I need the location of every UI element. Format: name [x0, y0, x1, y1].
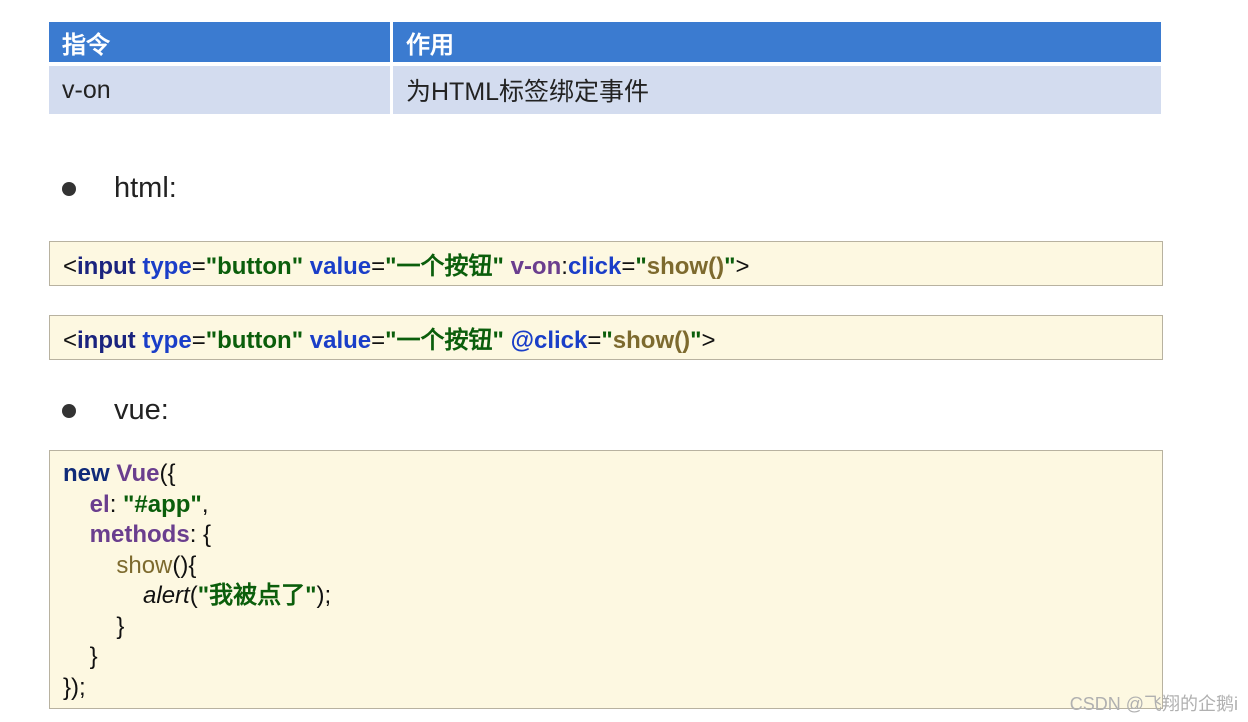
table-cell: 为HTML标签绑定事件: [390, 66, 1161, 114]
code-token: Vue: [116, 460, 160, 487]
code-token: click: [567, 253, 622, 280]
code-token: "#app": [123, 490, 202, 518]
section-label-html: html:: [114, 172, 177, 204]
table-header-row: 指令 作用: [49, 22, 1161, 62]
code-token: type: [142, 327, 192, 354]
code-token: <: [63, 327, 78, 354]
code-token: "button": [205, 327, 304, 354]
code-token: new: [63, 460, 110, 487]
table-cell: v-on: [62, 75, 111, 104]
code-token: value: [309, 253, 372, 280]
code-token: value: [309, 327, 372, 354]
section-label-vue: vue:: [114, 394, 169, 426]
code-token: );: [316, 582, 332, 609]
code-token: =: [621, 253, 636, 280]
code-block-v-on: <input type="button" value="一个按钮" v-on:c…: [49, 241, 1163, 286]
table-row: v-on 为HTML标签绑定事件: [49, 66, 1161, 114]
code-token: show(): [612, 327, 691, 354]
code-token: }: [116, 612, 125, 640]
code-token: =: [371, 253, 386, 280]
code-token: =: [191, 327, 206, 354]
code-token: "一个按钮": [385, 327, 504, 354]
code-token: ,: [201, 490, 209, 518]
bullet-html: html:: [62, 172, 177, 205]
code-token: : {: [189, 521, 212, 548]
code-token: @click: [510, 327, 588, 354]
code-token: "一个按钮": [385, 253, 504, 280]
code-token: input: [77, 253, 136, 280]
code-token: (: [189, 582, 198, 609]
code-token: ": [601, 327, 613, 354]
code-block-at-click: <input type="button" value="一个按钮" @click…: [49, 315, 1163, 360]
code-token: :: [109, 490, 124, 518]
code-token: type: [142, 253, 192, 280]
code-text: <input type="button" value="一个按钮" @click…: [63, 320, 716, 355]
code-token: <: [63, 253, 78, 280]
code-token: v-on: [510, 253, 562, 280]
code-token: el: [89, 490, 110, 518]
code-token: =: [587, 327, 602, 354]
code-token: =: [371, 327, 386, 354]
code-line: alert("我被点了");: [63, 581, 1162, 612]
code-token: }: [89, 643, 98, 670]
bullet-dot-icon: [62, 181, 76, 196]
bullet-vue: vue:: [62, 394, 169, 427]
code-token: ": [724, 253, 736, 280]
code-line: new Vue({: [63, 459, 1162, 490]
code-line: });: [63, 673, 1162, 704]
code-token: :: [561, 253, 568, 280]
code-token: ": [690, 327, 702, 354]
watermark: CSDN @飞翔的企鹅i: [1069, 694, 1238, 714]
code-line: }: [63, 612, 1162, 643]
code-token: =: [191, 253, 206, 280]
code-token: methods: [89, 521, 190, 548]
code-block-vue: new Vue({ el: "#app", methods: { show(){…: [49, 450, 1163, 709]
code-line: show(){: [63, 551, 1162, 582]
code-line: }: [63, 642, 1162, 673]
code-token: ({: [159, 460, 176, 487]
code-line: methods: {: [63, 520, 1162, 551]
directive-table: 指令 作用 v-on 为HTML标签绑定事件: [49, 22, 1161, 114]
code-token: "button": [205, 253, 304, 280]
code-token: "我被点了": [197, 582, 317, 609]
bullet-dot-icon: [62, 403, 76, 418]
code-token: });: [63, 673, 86, 701]
code-token: ": [635, 253, 647, 280]
code-token: >: [701, 327, 716, 354]
code-text: <input type="button" value="一个按钮" v-on:c…: [63, 246, 749, 281]
code-token: input: [77, 327, 136, 354]
code-line: el: "#app",: [63, 490, 1162, 521]
table-header-cell: 指令: [62, 31, 110, 59]
table-header-cell: 作用: [390, 22, 1161, 62]
code-token: alert: [143, 582, 190, 609]
code-token: (){: [172, 551, 197, 579]
code-token: show: [116, 551, 173, 579]
code-token: show(): [646, 253, 725, 280]
code-token: >: [735, 253, 750, 280]
